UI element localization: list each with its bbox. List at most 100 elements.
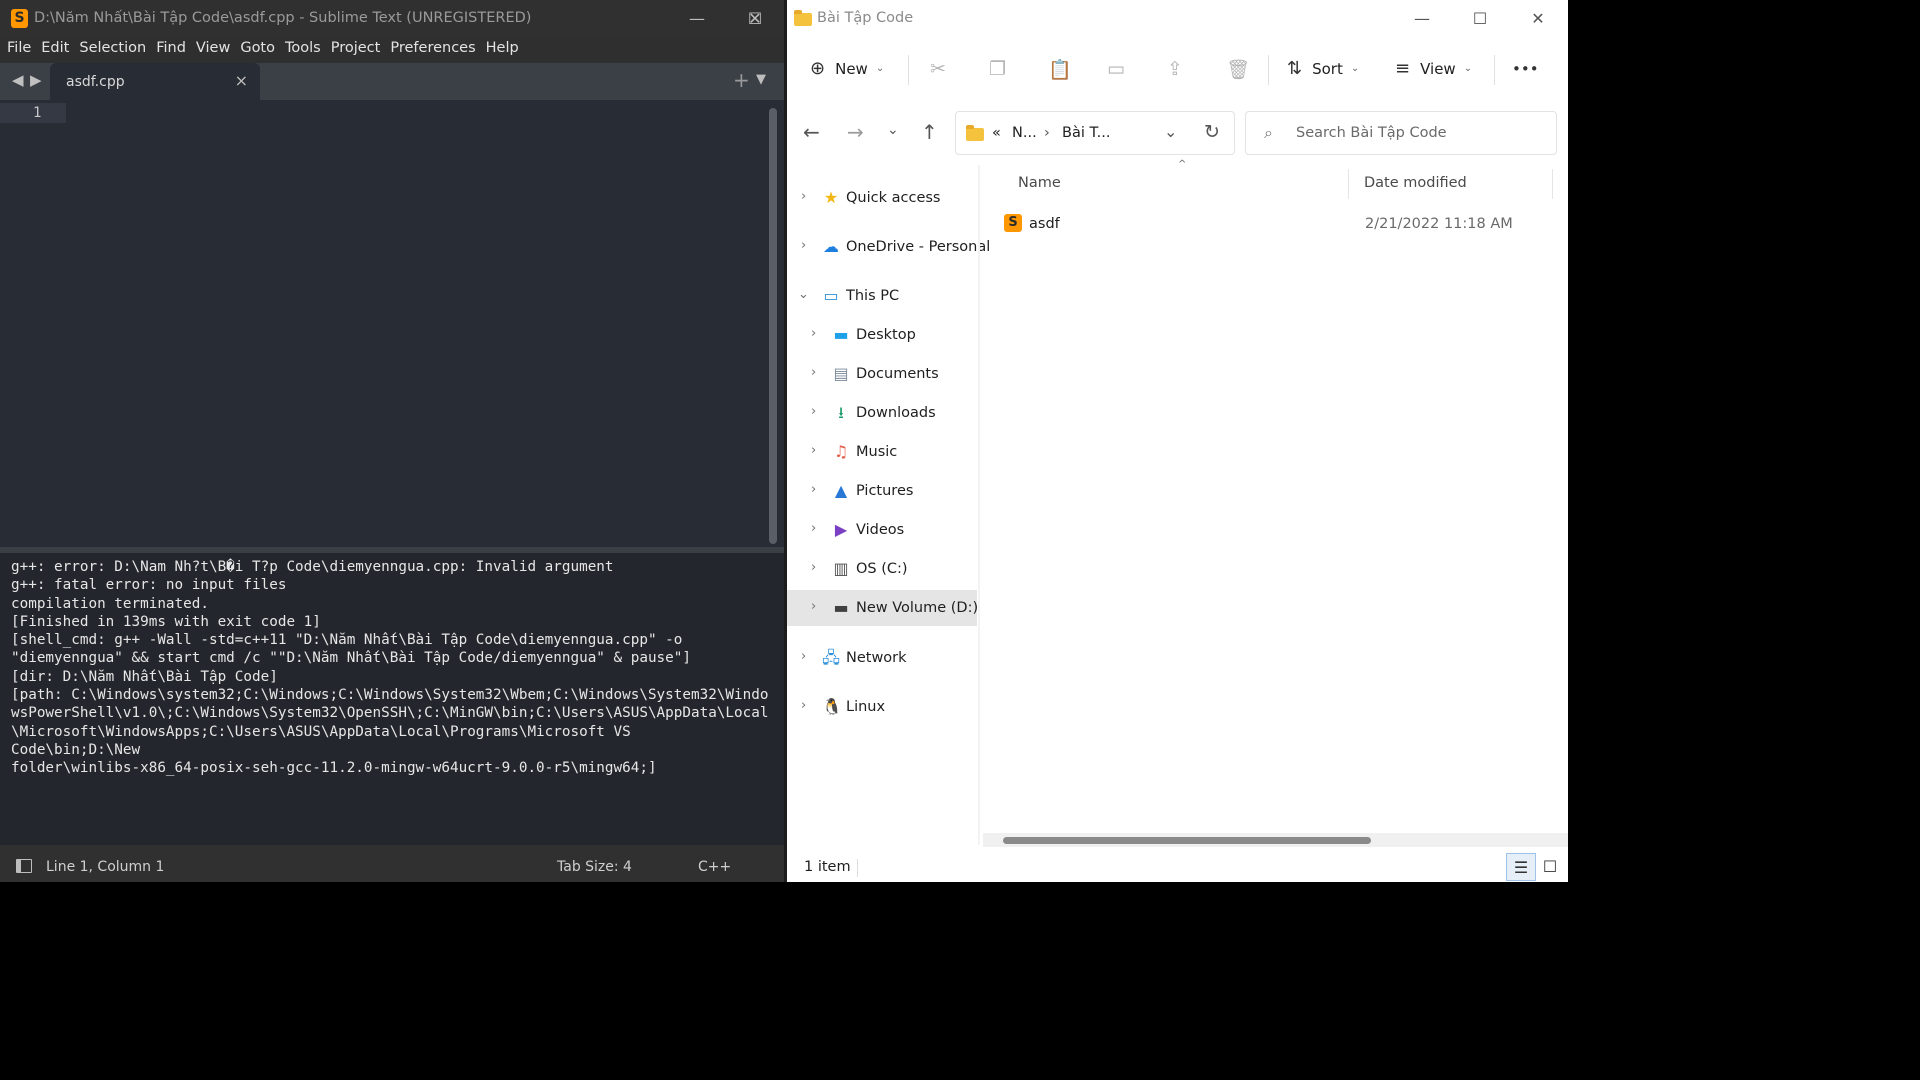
column-divider[interactable] [1348,169,1349,199]
scrollbar-thumb[interactable] [1003,837,1371,844]
details-view-icon[interactable]: ☰ [1506,853,1536,881]
menu-help[interactable]: Help [481,37,524,63]
column-header-date-modified[interactable]: Date modified [1364,175,1467,191]
chevron-right-icon[interactable]: › [801,649,806,664]
build-output-text: g++: error: D:\Nam Nh?t\B�i T?p Code\die… [11,559,769,777]
sidebar-item-label: Documents [856,366,939,382]
explorer-status-bar: 1 item ☰ ☐ [787,847,1568,882]
close-button[interactable]: ✕ [726,0,784,37]
menu-tools[interactable]: Tools [280,37,326,63]
sidebar-item-onedrive[interactable]: › ☁ OneDrive - Personal [787,229,990,265]
chevron-right-icon[interactable]: › [811,404,816,419]
cut-icon[interactable]: ✂ [930,58,946,80]
sidebar-item-label: Downloads [856,405,936,421]
chevron-right-icon[interactable]: › [801,238,806,253]
explorer-minimize-button[interactable]: — [1393,0,1451,37]
sidebar-item-desktop[interactable]: › ▬ Desktop [787,317,977,353]
refresh-icon[interactable]: ↻ [1204,121,1220,143]
chevron-right-icon[interactable]: › [811,482,816,497]
rename-icon[interactable]: ▭ [1107,58,1125,80]
explorer-close-button[interactable]: ✕ [1509,0,1567,37]
delete-icon[interactable]: 🗑 [1226,58,1250,81]
menu-view[interactable]: View [191,37,235,63]
column-header-name[interactable]: Name [1018,175,1061,191]
search-box[interactable]: ⌕ Search Bài Tập Code [1245,111,1557,155]
new-button[interactable]: ⊕ New ⌄ [810,58,884,79]
chevron-right-icon[interactable]: › [801,698,806,713]
breadcrumb-separator-icon[interactable]: › [1044,125,1050,141]
view-button[interactable]: ≡ View ⌄ [1395,58,1472,79]
file-row[interactable]: S asdf 2/21/2022 11:18 AM [996,211,1556,237]
breadcrumb-current[interactable]: Bài T... [1062,125,1110,141]
chevron-right-icon[interactable]: › [801,189,806,204]
recent-locations-chevron-icon[interactable]: ⌄ [887,122,899,138]
syntax-indicator[interactable]: C++ [698,859,731,875]
file-list: ^ Name Date modified S asdf 2/21/2022 11… [980,159,1568,845]
breadcrumb-parent[interactable]: N... [1012,125,1037,141]
more-options-icon[interactable]: ••• [1512,60,1539,78]
forward-arrow-icon[interactable]: → [847,120,864,144]
sidebar-item-downloads[interactable]: › ⭳ Downloads [787,395,977,431]
sidebar-item-documents[interactable]: › ▤ Documents [787,356,977,392]
share-icon[interactable]: ⇪ [1167,58,1183,80]
pictures-icon: ▲ [834,481,848,500]
desktop-icon: ▬ [833,325,849,344]
sidebar-item-pictures[interactable]: › ▲ Pictures [787,473,977,509]
horizontal-scrollbar[interactable] [983,833,1568,847]
chevron-down-icon[interactable]: ⌄ [798,287,809,302]
editor-scrollbar[interactable] [769,108,777,544]
sidebar-item-label: Videos [856,522,905,538]
sidebar-item-new-volume-d[interactable]: › ▬ New Volume (D:) [787,590,978,626]
sidebar-item-linux[interactable]: › 🐧 Linux [787,689,977,725]
menu-goto[interactable]: Goto [235,37,280,63]
menu-file[interactable]: File [2,37,36,63]
tab-asdf-cpp[interactable]: asdf.cpp × [50,63,260,100]
menu-project[interactable]: Project [326,37,386,63]
copy-icon[interactable]: ❐ [989,58,1006,80]
show-panel-icon[interactable] [16,859,32,873]
sidebar-item-quick-access[interactable]: › ★ Quick access [787,180,977,216]
sidebar-item-os-c[interactable]: › ▥ OS (C:) [787,551,977,587]
large-icons-view-icon[interactable]: ☐ [1535,853,1565,881]
cursor-position[interactable]: Line 1, Column 1 [46,859,164,875]
menu-selection[interactable]: Selection [74,37,151,63]
back-arrow-icon[interactable]: ← [803,120,820,144]
tab-size-indicator[interactable]: Tab Size: 4 [557,859,632,875]
breadcrumb-overflow[interactable]: « [992,125,1001,141]
linux-penguin-icon: 🐧 [822,697,842,716]
sidebar-item-network[interactable]: › 🖧 Network [787,640,977,676]
sidebar-item-videos[interactable]: › ▶ Videos [787,512,977,548]
item-count: 1 item [804,859,851,875]
code-editor[interactable]: 1 [0,100,784,547]
sidebar-item-this-pc[interactable]: ⌄ ▭ This PC [787,278,977,314]
sidebar-item-label: Linux [846,699,886,715]
chevron-right-icon[interactable]: › [811,560,816,575]
sublime-menu-bar: File Edit Selection Find View Goto Tools… [0,37,784,63]
explorer-maximize-button[interactable]: ☐ [1451,0,1509,37]
build-output-panel[interactable]: g++: error: D:\Nam Nh?t\B�i T?p Code\die… [0,553,784,845]
new-tab-plus-icon[interactable]: + [733,68,750,92]
command-bar: ⊕ New ⌄ ✂ ❐ 📋 ▭ ⇪ 🗑 ⇅ Sort ⌄ ≡ View ⌄ ••… [787,38,1568,102]
minimize-button[interactable]: — [668,0,726,37]
chevron-right-icon[interactable]: › [811,443,816,458]
chevron-right-icon[interactable]: › [811,599,816,614]
sidebar-item-music[interactable]: › ♫ Music [787,434,977,470]
menu-find[interactable]: Find [151,37,191,63]
explorer-title-bar[interactable]: Bài Tập Code — ☐ ✕ [787,0,1568,38]
chevron-right-icon[interactable]: › [811,365,816,380]
menu-edit[interactable]: Edit [36,37,74,63]
chevron-right-icon[interactable]: › [811,326,816,341]
column-divider[interactable] [1552,169,1553,199]
menu-preferences[interactable]: Preferences [385,37,480,63]
tab-back-arrow-icon[interactable]: ◀ [12,71,24,89]
tab-list-dropdown-icon[interactable]: ▼ [756,72,766,87]
sublime-title-bar[interactable]: S D:\Năm Nhất\Bài Tập Code\asdf.cpp - Su… [0,0,784,37]
address-dropdown-icon[interactable]: ⌄ [1164,122,1177,141]
tab-close-icon[interactable]: × [235,71,248,90]
paste-icon[interactable]: 📋 [1048,58,1072,81]
sort-button[interactable]: ⇅ Sort ⌄ [1287,58,1359,79]
address-bar[interactable]: « N... › Bài T... ⌄ ↻ [955,111,1235,155]
up-arrow-icon[interactable]: ↑ [921,120,938,144]
chevron-right-icon[interactable]: › [811,521,816,536]
tab-forward-arrow-icon[interactable]: ▶ [30,71,42,89]
